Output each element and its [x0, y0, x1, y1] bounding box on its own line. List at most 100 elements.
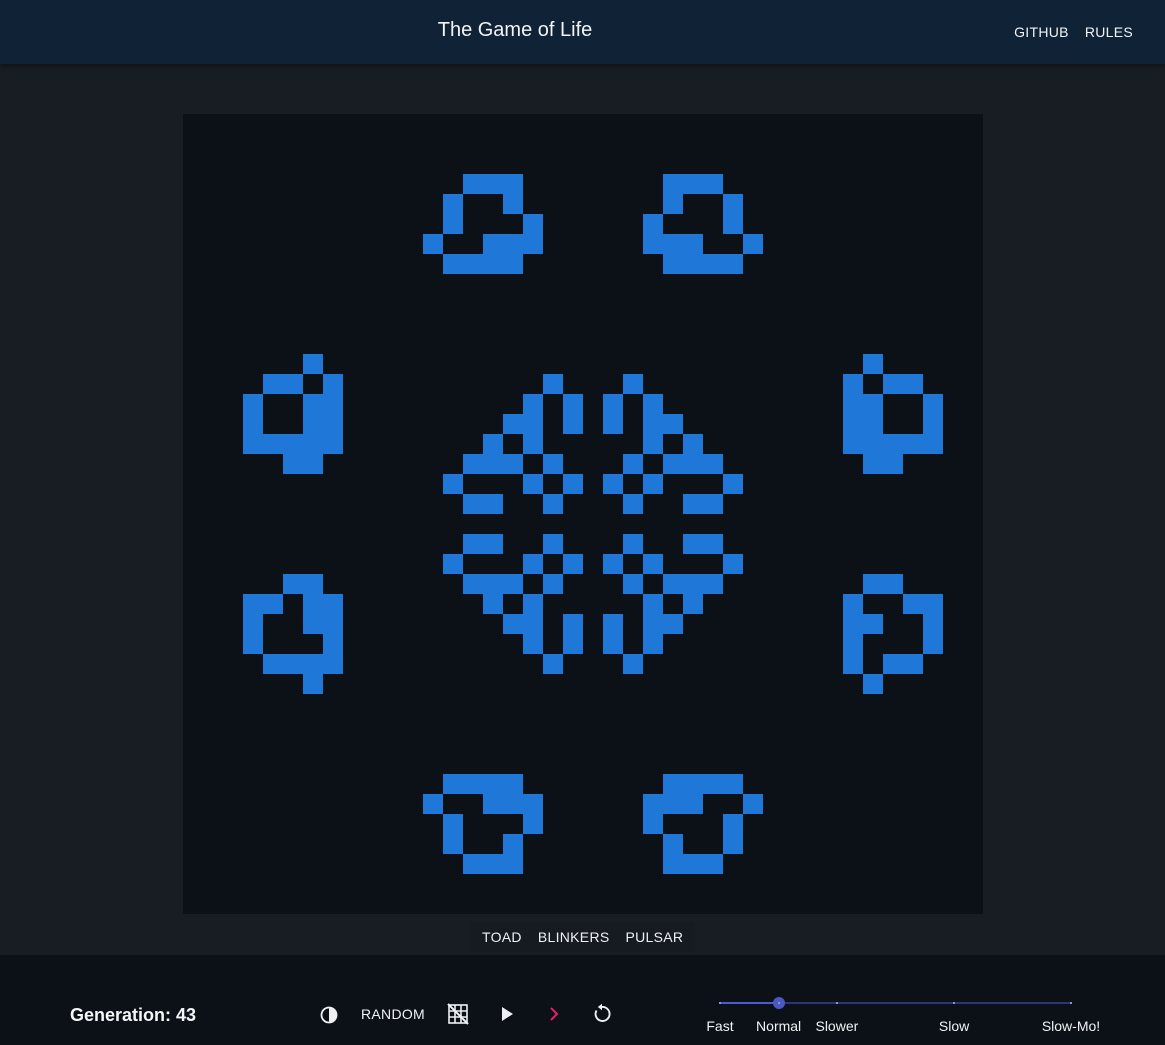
live-cell[interactable] [483, 254, 503, 274]
live-cell[interactable] [323, 374, 343, 394]
live-cell[interactable] [483, 454, 503, 474]
live-cell[interactable] [723, 474, 743, 494]
live-cell[interactable] [663, 774, 683, 794]
live-cell[interactable] [623, 534, 643, 554]
live-cell[interactable] [683, 854, 703, 874]
live-cell[interactable] [663, 834, 683, 854]
live-cell[interactable] [243, 614, 263, 634]
live-cell[interactable] [283, 574, 303, 594]
live-cell[interactable] [543, 654, 563, 674]
live-cell[interactable] [263, 374, 283, 394]
play-icon[interactable] [498, 1005, 516, 1028]
live-cell[interactable] [483, 774, 503, 794]
live-cell[interactable] [563, 474, 583, 494]
live-cell[interactable] [483, 174, 503, 194]
live-cell[interactable] [443, 254, 463, 274]
live-cell[interactable] [523, 634, 543, 654]
live-cell[interactable] [303, 454, 323, 474]
live-cell[interactable] [863, 394, 883, 414]
live-cell[interactable] [463, 774, 483, 794]
live-cell[interactable] [503, 854, 523, 874]
live-cell[interactable] [463, 854, 483, 874]
live-cell[interactable] [323, 614, 343, 634]
live-cell[interactable] [243, 594, 263, 614]
live-cell[interactable] [923, 414, 943, 434]
live-cell[interactable] [443, 814, 463, 834]
live-cell[interactable] [543, 494, 563, 514]
live-cell[interactable] [483, 534, 503, 554]
live-cell[interactable] [503, 614, 523, 634]
live-cell[interactable] [643, 614, 663, 634]
speed-mark-label[interactable]: Slow [939, 1018, 969, 1034]
live-cell[interactable] [843, 434, 863, 454]
live-cell[interactable] [443, 834, 463, 854]
live-cell[interactable] [423, 794, 443, 814]
live-cell[interactable] [843, 394, 863, 414]
live-cell[interactable] [303, 414, 323, 434]
live-cell[interactable] [903, 374, 923, 394]
live-cell[interactable] [663, 854, 683, 874]
live-cell[interactable] [263, 594, 283, 614]
live-cell[interactable] [463, 494, 483, 514]
live-cell[interactable] [883, 434, 903, 454]
live-cell[interactable] [283, 374, 303, 394]
live-cell[interactable] [663, 794, 683, 814]
live-cell[interactable] [683, 434, 703, 454]
pulsar-pattern-button[interactable]: PULSAR [626, 929, 684, 945]
speed-slider[interactable] [719, 997, 1072, 1009]
speed-mark-label[interactable]: Fast [706, 1018, 733, 1034]
live-cell[interactable] [483, 234, 503, 254]
live-cell[interactable] [663, 414, 683, 434]
live-cell[interactable] [523, 234, 543, 254]
live-cell[interactable] [523, 414, 543, 434]
live-cell[interactable] [703, 854, 723, 874]
live-cell[interactable] [723, 214, 743, 234]
live-cell[interactable] [503, 234, 523, 254]
live-cell[interactable] [303, 354, 323, 374]
live-cell[interactable] [543, 534, 563, 554]
live-cell[interactable] [703, 454, 723, 474]
live-cell[interactable] [663, 254, 683, 274]
live-cell[interactable] [703, 174, 723, 194]
live-cell[interactable] [543, 374, 563, 394]
live-cell[interactable] [523, 214, 543, 234]
live-cell[interactable] [683, 574, 703, 594]
live-cell[interactable] [523, 394, 543, 414]
live-cell[interactable] [643, 474, 663, 494]
live-cell[interactable] [643, 414, 663, 434]
live-cell[interactable] [443, 214, 463, 234]
toad-pattern-button[interactable]: TOAD [482, 929, 522, 945]
live-cell[interactable] [843, 654, 863, 674]
random-button[interactable]: RANDOM [361, 1006, 425, 1022]
game-board[interactable] [183, 114, 983, 914]
live-cell[interactable] [603, 614, 623, 634]
live-cell[interactable] [323, 594, 343, 614]
live-cell[interactable] [603, 474, 623, 494]
live-cell[interactable] [743, 234, 763, 254]
live-cell[interactable] [243, 434, 263, 454]
live-cell[interactable] [603, 634, 623, 654]
live-cell[interactable] [743, 794, 763, 814]
live-cell[interactable] [723, 254, 743, 274]
live-cell[interactable] [683, 254, 703, 274]
live-cell[interactable] [483, 574, 503, 594]
live-cell[interactable] [323, 654, 343, 674]
live-cell[interactable] [643, 434, 663, 454]
live-cell[interactable] [483, 434, 503, 454]
live-cell[interactable] [283, 654, 303, 674]
live-cell[interactable] [423, 234, 443, 254]
live-cell[interactable] [443, 774, 463, 794]
live-cell[interactable] [643, 214, 663, 234]
live-cell[interactable] [843, 614, 863, 634]
live-cell[interactable] [523, 814, 543, 834]
live-cell[interactable] [603, 414, 623, 434]
live-cell[interactable] [623, 654, 643, 674]
live-cell[interactable] [643, 814, 663, 834]
live-cell[interactable] [603, 554, 623, 574]
live-cell[interactable] [923, 634, 943, 654]
live-cell[interactable] [503, 454, 523, 474]
rules-link[interactable]: RULES [1085, 24, 1133, 40]
live-cell[interactable] [503, 194, 523, 214]
live-cell[interactable] [443, 194, 463, 214]
live-cell[interactable] [243, 634, 263, 654]
